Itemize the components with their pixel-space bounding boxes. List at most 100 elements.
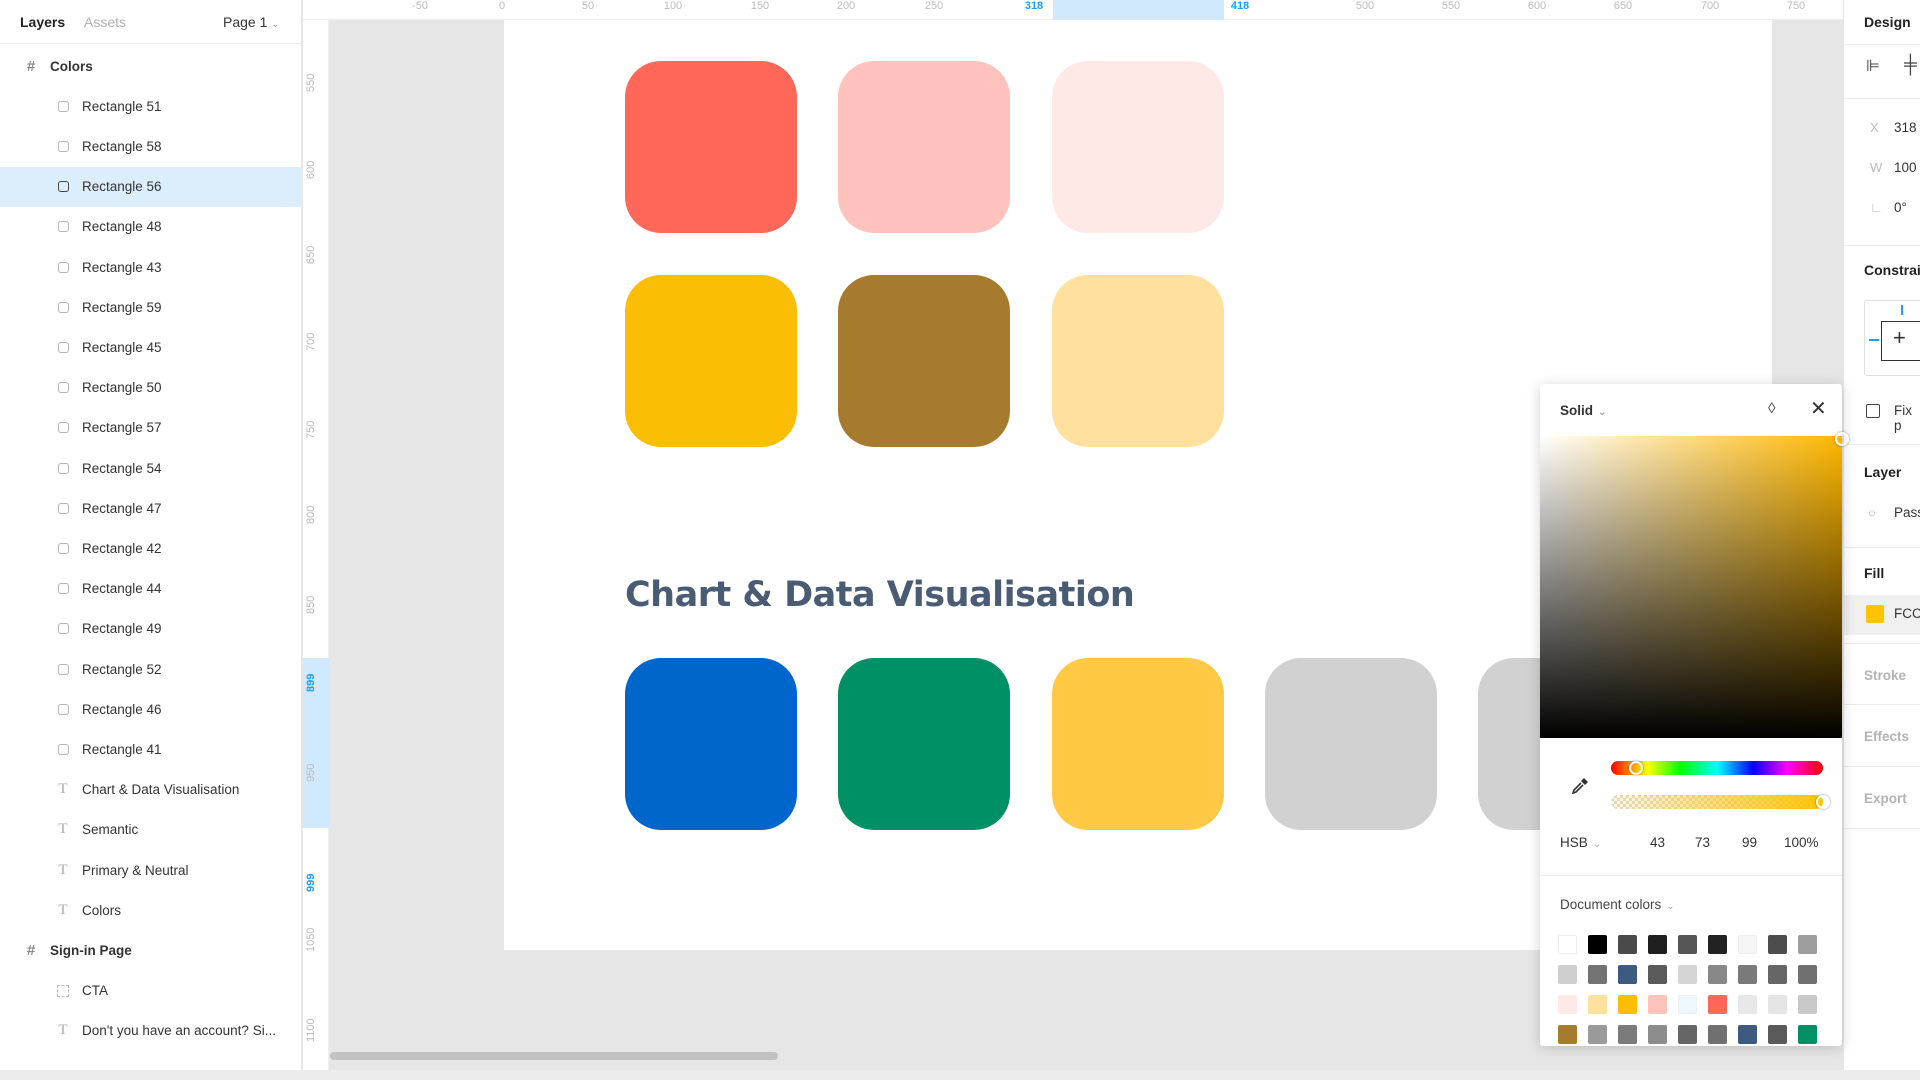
- opacity-slider[interactable]: [1611, 795, 1830, 809]
- layer-row[interactable]: Rectangle 42: [0, 528, 302, 568]
- layer-row[interactable]: Rectangle 50: [0, 368, 302, 408]
- brightness-input[interactable]: 99: [1742, 835, 1757, 850]
- layer-row[interactable]: Rectangle 56: [0, 166, 302, 207]
- document-color-swatch[interactable]: [1678, 965, 1697, 984]
- tab-assets[interactable]: Assets: [84, 14, 126, 30]
- page-selector[interactable]: Page 1 ⌄: [223, 14, 280, 30]
- layer-row[interactable]: T Colors: [0, 890, 302, 930]
- eyedropper-icon[interactable]: [1570, 776, 1590, 796]
- constraint-left-indicator[interactable]: [1869, 339, 1879, 341]
- document-color-swatch[interactable]: [1648, 995, 1667, 1014]
- constraint-top-indicator[interactable]: [1901, 305, 1903, 315]
- document-color-swatch[interactable]: [1558, 935, 1577, 954]
- tab-layers[interactable]: Layers: [20, 14, 65, 30]
- layer-row[interactable]: Rectangle 59: [0, 287, 302, 327]
- layer-row[interactable]: T Primary & Neutral: [0, 850, 302, 890]
- layer-row[interactable]: Rectangle 52: [0, 649, 302, 689]
- document-color-swatch[interactable]: [1618, 1025, 1637, 1044]
- layer-row[interactable]: # Colors: [0, 46, 302, 86]
- color-swatch[interactable]: [1052, 658, 1224, 830]
- w-input[interactable]: 100: [1894, 160, 1917, 175]
- layer-row[interactable]: Rectangle 48: [0, 207, 302, 247]
- document-color-swatch[interactable]: [1738, 1025, 1757, 1044]
- layer-row[interactable]: T Don't you have an account? Si...: [0, 1011, 302, 1051]
- layer-row[interactable]: Rectangle 41: [0, 729, 302, 769]
- document-colors-select[interactable]: Document colors ⌄: [1560, 897, 1675, 912]
- layer-row[interactable]: Rectangle 47: [0, 488, 302, 528]
- color-swatch[interactable]: [838, 658, 1010, 830]
- align-center-icon[interactable]: ╪: [1904, 54, 1917, 75]
- opacity-slider-handle[interactable]: [1816, 795, 1830, 809]
- fill-hex-input[interactable]: FCC: [1894, 606, 1920, 621]
- color-swatch[interactable]: [625, 275, 797, 447]
- layer-row[interactable]: T Chart & Data Visualisation: [0, 770, 302, 810]
- document-color-swatch[interactable]: [1588, 965, 1607, 984]
- document-color-swatch[interactable]: [1648, 935, 1667, 954]
- color-swatch[interactable]: [838, 61, 1010, 233]
- close-icon[interactable]: ✕: [1810, 396, 1827, 421]
- document-color-swatch[interactable]: [1708, 1025, 1727, 1044]
- color-swatch[interactable]: [1052, 61, 1224, 233]
- document-color-swatch[interactable]: [1588, 935, 1607, 954]
- document-color-swatch[interactable]: [1648, 965, 1667, 984]
- document-color-swatch[interactable]: [1768, 1025, 1787, 1044]
- document-color-swatch[interactable]: [1708, 965, 1727, 984]
- color-mode-select[interactable]: HSB ⌄: [1560, 835, 1601, 850]
- hue-slider[interactable]: [1611, 761, 1823, 775]
- document-color-swatch[interactable]: [1708, 995, 1727, 1014]
- document-color-swatch[interactable]: [1618, 995, 1637, 1014]
- layer-row[interactable]: Rectangle 44: [0, 569, 302, 609]
- fix-position-checkbox[interactable]: [1866, 404, 1880, 418]
- layer-row[interactable]: Rectangle 57: [0, 408, 302, 448]
- document-color-swatch[interactable]: [1588, 995, 1607, 1014]
- document-color-swatch[interactable]: [1558, 995, 1577, 1014]
- document-color-swatch[interactable]: [1678, 1025, 1697, 1044]
- document-color-swatch[interactable]: [1798, 1025, 1817, 1044]
- fill-type-select[interactable]: Solid ⌄: [1560, 403, 1606, 418]
- effects-title[interactable]: Effects: [1864, 729, 1909, 744]
- hue-input[interactable]: 43: [1650, 835, 1665, 850]
- color-swatch[interactable]: [1265, 658, 1437, 830]
- constraints-widget[interactable]: +: [1864, 300, 1920, 376]
- document-color-swatch[interactable]: [1678, 995, 1697, 1014]
- document-color-swatch[interactable]: [1678, 935, 1697, 954]
- blend-mode-select[interactable]: Pass: [1894, 505, 1920, 520]
- x-input[interactable]: 318: [1894, 120, 1917, 135]
- fill-color-chip[interactable]: [1866, 605, 1884, 623]
- document-color-swatch[interactable]: [1558, 1025, 1577, 1044]
- document-color-swatch[interactable]: [1738, 995, 1757, 1014]
- layer-row[interactable]: Rectangle 51: [0, 86, 302, 126]
- align-left-icon[interactable]: ⊫: [1866, 56, 1880, 76]
- layer-row[interactable]: CTA: [0, 971, 302, 1011]
- layer-row[interactable]: # Sign-in Page: [0, 930, 302, 970]
- layer-row[interactable]: Rectangle 46: [0, 689, 302, 729]
- layer-row[interactable]: Rectangle 58: [0, 126, 302, 166]
- document-color-swatch[interactable]: [1558, 965, 1577, 984]
- document-color-swatch[interactable]: [1768, 995, 1787, 1014]
- document-color-swatch[interactable]: [1618, 965, 1637, 984]
- export-title[interactable]: Export: [1864, 791, 1907, 806]
- document-color-swatch[interactable]: [1588, 1025, 1607, 1044]
- layer-row[interactable]: Rectangle 54: [0, 448, 302, 488]
- horizontal-scrollbar[interactable]: [330, 1052, 778, 1060]
- document-color-swatch[interactable]: [1798, 935, 1817, 954]
- document-color-swatch[interactable]: [1768, 935, 1787, 954]
- color-swatch[interactable]: [625, 61, 797, 233]
- opacity-input[interactable]: 100%: [1784, 835, 1819, 850]
- document-color-swatch[interactable]: [1798, 965, 1817, 984]
- layer-row[interactable]: T Semantic: [0, 810, 302, 850]
- color-swatch[interactable]: [625, 658, 797, 830]
- color-swatch[interactable]: [838, 275, 1010, 447]
- layer-row[interactable]: Rectangle 45: [0, 327, 302, 367]
- color-swatch[interactable]: [1052, 275, 1224, 447]
- saturation-input[interactable]: 73: [1695, 835, 1710, 850]
- hue-slider-handle[interactable]: [1629, 761, 1644, 775]
- layer-row[interactable]: Rectangle 43: [0, 247, 302, 287]
- document-color-swatch[interactable]: [1738, 935, 1757, 954]
- document-color-swatch[interactable]: [1768, 965, 1787, 984]
- stroke-title[interactable]: Stroke: [1864, 668, 1906, 683]
- rotation-input[interactable]: 0°: [1894, 200, 1907, 215]
- drop-icon[interactable]: ◊: [1768, 400, 1775, 417]
- saturation-brightness-field[interactable]: [1540, 432, 1850, 738]
- layer-row[interactable]: Rectangle 49: [0, 609, 302, 649]
